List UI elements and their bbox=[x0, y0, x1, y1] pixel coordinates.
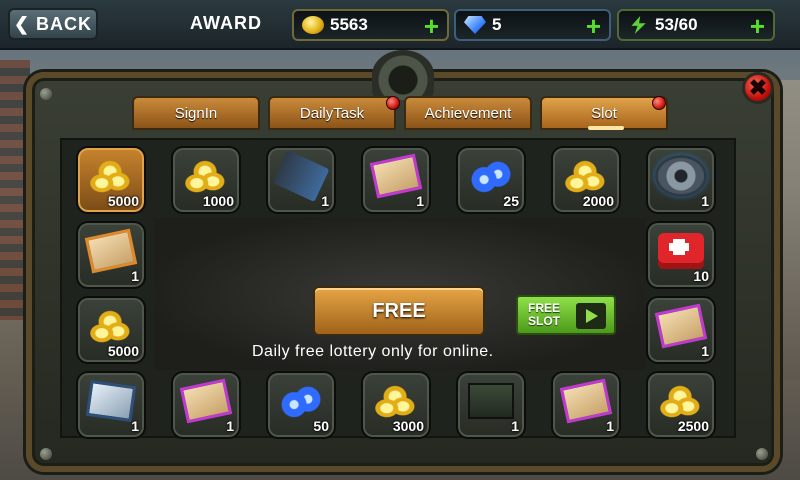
reward-slot[interactable]: 1000 bbox=[171, 146, 241, 214]
reward-slot[interactable]: 1 bbox=[266, 146, 336, 214]
reward-quantity: 1 bbox=[131, 268, 139, 284]
energy-counter: 53/60 + bbox=[617, 9, 775, 41]
reward-slot[interactable]: 50 bbox=[266, 371, 336, 439]
gear-part-icon bbox=[658, 158, 704, 194]
video-play-icon bbox=[576, 303, 606, 329]
tab-slot[interactable]: Slot bbox=[540, 96, 668, 130]
energy-bolt-icon bbox=[631, 16, 646, 34]
notification-dot bbox=[386, 96, 400, 110]
coins-counter: 5563 + bbox=[292, 9, 449, 41]
reward-quantity: 1 bbox=[511, 418, 519, 434]
gold-coins-icon bbox=[658, 383, 704, 419]
blueprint-scroll-icon bbox=[179, 378, 233, 424]
top-bar: ❮ BACK AWARD 5563 + 5 + 53/60 + bbox=[0, 0, 800, 50]
close-icon: ✖ bbox=[748, 75, 768, 100]
tab-achievement[interactable]: Achievement bbox=[404, 96, 532, 130]
gems-value: 5 bbox=[492, 15, 502, 34]
reward-quantity: 3000 bbox=[392, 418, 424, 434]
reward-quantity: 25 bbox=[503, 193, 519, 209]
notification-dot bbox=[652, 96, 666, 110]
medkit-icon bbox=[658, 233, 704, 269]
reward-slot[interactable]: 10 bbox=[646, 221, 716, 289]
reward-quantity: 50 bbox=[313, 418, 329, 434]
free-slot-label: FREE SLOT bbox=[528, 302, 560, 328]
tab-label: DailyTask bbox=[299, 104, 365, 122]
reward-quantity: 1 bbox=[701, 193, 709, 209]
blueprint-scroll-icon bbox=[559, 378, 613, 424]
reward-quantity: 1 bbox=[416, 193, 424, 209]
reward-quantity: 2000 bbox=[582, 193, 614, 209]
reward-slot[interactable]: 2500 bbox=[646, 371, 716, 439]
tab-label: Achievement bbox=[424, 104, 512, 122]
ammo-crate-icon bbox=[468, 383, 514, 419]
reward-quantity: 1 bbox=[131, 418, 139, 434]
blue-gems-icon bbox=[278, 383, 324, 419]
reward-slot[interactable]: 1 bbox=[646, 296, 716, 364]
reward-slot[interactable]: 3000 bbox=[361, 371, 431, 439]
reward-slot[interactable]: 1 bbox=[171, 371, 241, 439]
tab-label: Slot bbox=[591, 104, 617, 122]
add-coins-button[interactable]: + bbox=[424, 13, 439, 39]
reward-slot[interactable]: 5000 bbox=[76, 296, 146, 364]
add-energy-button[interactable]: + bbox=[750, 13, 765, 39]
reward-slot[interactable]: 1 bbox=[456, 371, 526, 439]
panel-bolt bbox=[756, 448, 768, 460]
reward-quantity: 1 bbox=[701, 343, 709, 359]
reward-quantity: 5000 bbox=[107, 193, 139, 209]
blue-gems-icon bbox=[468, 158, 514, 194]
panel-hub-ornament bbox=[372, 50, 434, 100]
tab-signin[interactable]: SignIn bbox=[132, 96, 260, 130]
reward-quantity: 1000 bbox=[202, 193, 234, 209]
back-button-label: BACK bbox=[36, 13, 93, 34]
add-gems-button[interactable]: + bbox=[586, 13, 601, 39]
reward-slot[interactable]: 2000 bbox=[551, 146, 621, 214]
reward-slot[interactable]: 1 bbox=[76, 221, 146, 289]
free-slot-video-button[interactable]: FREE SLOT bbox=[516, 295, 616, 335]
lottery-info-text: Daily free lottery only for online. bbox=[252, 343, 494, 360]
reward-quantity: 1 bbox=[606, 418, 614, 434]
gold-coins-icon bbox=[88, 308, 134, 344]
reward-slot[interactable]: 1 bbox=[361, 146, 431, 214]
coins-value: 5563 bbox=[330, 15, 368, 34]
reward-quantity: 10 bbox=[693, 268, 709, 284]
gold-coins-icon bbox=[563, 158, 609, 194]
reward-slot[interactable]: 1 bbox=[646, 146, 716, 214]
reward-slot[interactable]: 5000 bbox=[76, 146, 146, 214]
blueprint-scroll-icon bbox=[84, 228, 138, 274]
reward-quantity: 5000 bbox=[107, 343, 139, 359]
reward-slot[interactable]: 25 bbox=[456, 146, 526, 214]
close-button[interactable]: ✖ bbox=[742, 72, 774, 104]
blueprint-scroll-icon bbox=[654, 303, 708, 349]
reward-quantity: 1 bbox=[321, 193, 329, 209]
gold-coins-icon bbox=[183, 158, 229, 194]
panel-bolt bbox=[40, 88, 52, 100]
gold-coins-icon bbox=[373, 383, 419, 419]
free-slot-line2: SLOT bbox=[528, 314, 560, 328]
energy-value: 53/60 bbox=[655, 15, 698, 34]
chevron-left-icon: ❮ bbox=[13, 13, 31, 34]
back-button[interactable]: ❮ BACK bbox=[8, 8, 98, 40]
reward-quantity: 2500 bbox=[677, 418, 709, 434]
tab-dailytask[interactable]: DailyTask bbox=[268, 96, 396, 130]
tab-label: SignIn bbox=[174, 104, 218, 122]
armor-plate-icon bbox=[85, 379, 137, 423]
reward-slot[interactable]: 1 bbox=[551, 371, 621, 439]
reward-quantity: 1 bbox=[226, 418, 234, 434]
free-spin-label: FREE bbox=[372, 299, 426, 322]
gem-icon bbox=[464, 16, 486, 34]
panel-bolt bbox=[40, 448, 52, 460]
page-title: AWARD bbox=[190, 13, 262, 33]
coin-icon bbox=[302, 16, 324, 34]
free-spin-button[interactable]: FREE bbox=[313, 286, 485, 336]
blueprint-scroll-icon bbox=[369, 153, 423, 199]
gold-coins-icon bbox=[88, 158, 134, 194]
reward-slot[interactable]: 1 bbox=[76, 371, 146, 439]
gems-counter: 5 + bbox=[454, 9, 611, 41]
